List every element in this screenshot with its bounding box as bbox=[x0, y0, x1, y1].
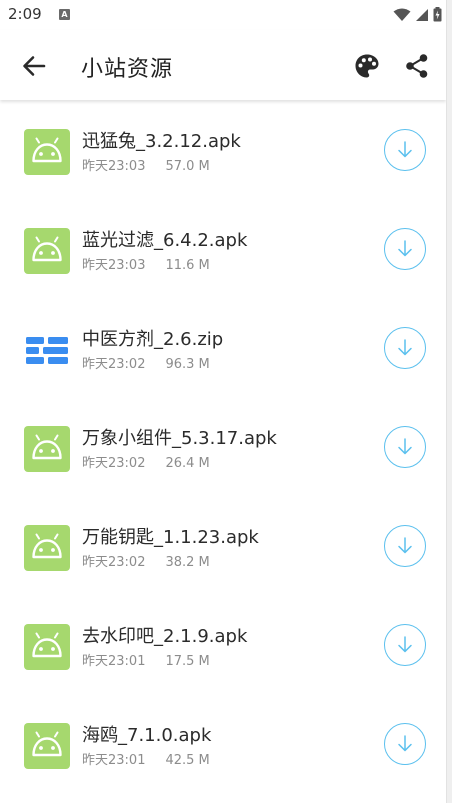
file-size: 57.0 M bbox=[165, 159, 210, 174]
file-name: 中医方剂_2.6.zip bbox=[82, 329, 224, 350]
file-name: 万象小组件_5.3.17.apk bbox=[82, 428, 277, 449]
file-name: 蓝光过滤_6.4.2.apk bbox=[82, 230, 248, 251]
file-size: 38.2 M bbox=[165, 555, 210, 570]
file-time: 昨天23:03 bbox=[82, 258, 146, 273]
android-apk-icon bbox=[24, 129, 70, 175]
download-arrow-icon bbox=[398, 141, 412, 158]
file-item[interactable]: 迅猛兔_3.2.12.apk 昨天23:03 57.0 M bbox=[0, 100, 446, 199]
download-button[interactable] bbox=[384, 327, 426, 369]
file-time: 昨天23:02 bbox=[82, 555, 146, 570]
file-item[interactable]: 万象小组件_5.3.17.apk 昨天23:02 26.4 M bbox=[0, 397, 446, 496]
status-icons bbox=[393, 7, 442, 22]
back-arrow-icon[interactable] bbox=[20, 52, 48, 80]
file-size: 42.5 M bbox=[165, 753, 210, 768]
download-button[interactable] bbox=[384, 129, 426, 171]
download-arrow-icon bbox=[398, 438, 412, 455]
android-apk-icon bbox=[24, 525, 70, 571]
file-meta: 昨天23:02 96.3 M bbox=[82, 353, 210, 372]
download-button[interactable] bbox=[384, 723, 426, 765]
palette-icon[interactable] bbox=[353, 52, 381, 80]
file-size: 11.6 M bbox=[165, 258, 210, 273]
file-item[interactable]: 蓝光过滤_6.4.2.apk 昨天23:03 11.6 M bbox=[0, 199, 446, 298]
download-button[interactable] bbox=[384, 624, 426, 666]
file-item[interactable]: 中医方剂_2.6.zip 昨天23:02 96.3 M bbox=[0, 298, 446, 397]
download-arrow-icon bbox=[398, 339, 412, 356]
file-item[interactable]: 去水印吧_2.1.9.apk 昨天23:01 17.5 M bbox=[0, 595, 446, 694]
file-name: 迅猛兔_3.2.12.apk bbox=[82, 131, 241, 152]
download-arrow-icon bbox=[398, 735, 412, 752]
file-meta: 昨天23:01 42.5 M bbox=[82, 749, 210, 768]
download-arrow-icon bbox=[398, 636, 412, 653]
file-time: 昨天23:01 bbox=[82, 753, 146, 768]
notification-icon: A bbox=[59, 9, 70, 20]
page-title: 小站资源 bbox=[81, 57, 174, 82]
zip-file-icon bbox=[24, 327, 70, 373]
wifi-icon bbox=[393, 8, 411, 21]
file-meta: 昨天23:02 38.2 M bbox=[82, 551, 210, 570]
download-arrow-icon bbox=[398, 537, 412, 554]
file-meta: 昨天23:03 57.0 M bbox=[82, 155, 210, 174]
android-apk-icon bbox=[24, 624, 70, 670]
share-icon[interactable] bbox=[403, 52, 431, 80]
file-meta: 昨天23:03 11.6 M bbox=[82, 254, 210, 273]
file-name: 去水印吧_2.1.9.apk bbox=[82, 626, 248, 647]
file-time: 昨天23:01 bbox=[82, 654, 146, 669]
file-name: 海鸥_7.1.0.apk bbox=[82, 725, 212, 746]
status-time: 2:09 bbox=[8, 5, 42, 23]
battery-icon bbox=[433, 7, 442, 22]
download-button[interactable] bbox=[384, 525, 426, 567]
file-name: 万能钥匙_1.1.23.apk bbox=[82, 527, 259, 548]
file-size: 17.5 M bbox=[165, 654, 210, 669]
file-item[interactable]: 万能钥匙_1.1.23.apk 昨天23:02 38.2 M bbox=[0, 496, 446, 595]
app-bar: 小站资源 bbox=[0, 30, 446, 100]
android-apk-icon bbox=[24, 426, 70, 472]
download-arrow-icon bbox=[398, 240, 412, 257]
file-meta: 昨天23:02 26.4 M bbox=[82, 452, 210, 471]
file-time: 昨天23:02 bbox=[82, 357, 146, 372]
file-item[interactable]: 海鸥_7.1.0.apk 昨天23:01 42.5 M bbox=[0, 694, 446, 793]
download-button[interactable] bbox=[384, 426, 426, 468]
screen: 2:09 A 小站资源 迅猛兔_3.2.12.apk 昨天23:03 57.0 … bbox=[0, 0, 446, 803]
file-meta: 昨天23:01 17.5 M bbox=[82, 650, 210, 669]
file-size: 26.4 M bbox=[165, 456, 210, 471]
file-size: 96.3 M bbox=[165, 357, 210, 372]
android-apk-icon bbox=[24, 228, 70, 274]
android-apk-icon bbox=[24, 723, 70, 769]
file-time: 昨天23:02 bbox=[82, 456, 146, 471]
download-button[interactable] bbox=[384, 228, 426, 270]
file-list: 迅猛兔_3.2.12.apk 昨天23:03 57.0 M 蓝光过滤_6.4.2.a… bbox=[0, 100, 446, 793]
scroll-edge bbox=[446, 0, 452, 803]
signal-icon bbox=[416, 8, 428, 21]
status-bar: 2:09 A bbox=[0, 0, 446, 30]
file-time: 昨天23:03 bbox=[82, 159, 146, 174]
